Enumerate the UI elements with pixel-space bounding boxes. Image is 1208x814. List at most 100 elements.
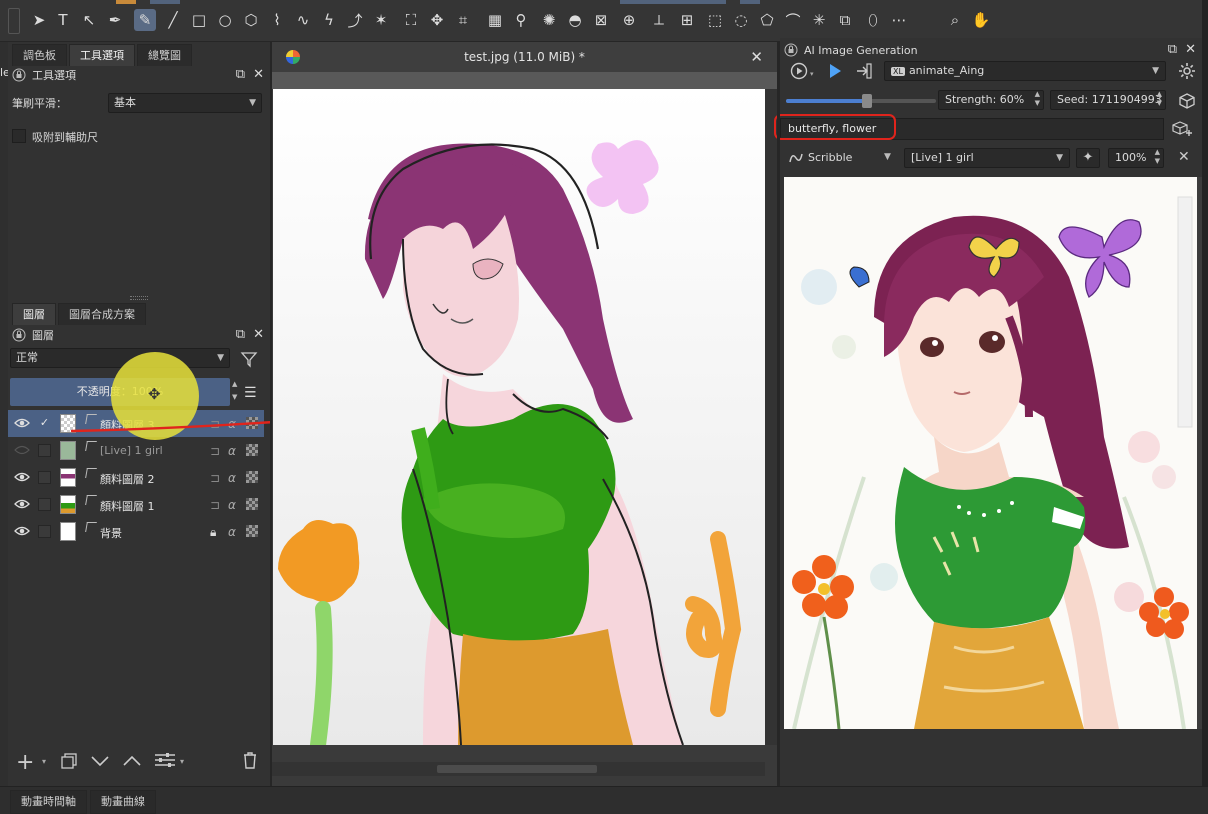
random-seed-cube-icon[interactable] [1178,92,1196,110]
layer-row[interactable]: [Live] 1 girl ⊐ α [8,437,264,464]
blend-mode-select[interactable]: 正常 ▼ [10,348,230,368]
generated-image-preview[interactable] [784,177,1198,729]
crop-icon[interactable]: ⌗ [452,9,474,31]
alpha-lock-icon[interactable]: α [228,471,236,485]
alpha-lock-icon[interactable]: α [228,444,236,458]
zoom-spinbox[interactable]: 100% ▲ ▼ [1108,148,1164,168]
chevron-down-icon[interactable]: ▾ [180,757,184,766]
reference-icon[interactable]: ⊕ [618,9,640,31]
color-picker-icon[interactable]: ⚲ [510,9,532,31]
chevron-down-icon[interactable]: ▾ [810,70,814,78]
drawing-canvas[interactable] [273,89,765,745]
polyline-icon[interactable]: ⌇ [266,9,288,31]
transform-icon[interactable]: ⛶ [400,9,422,31]
toolbar-handle[interactable] [8,8,20,34]
control-type-label[interactable]: Scribble [808,151,852,164]
inherit-alpha-icon[interactable] [246,525,258,537]
eye-icon[interactable] [14,525,30,537]
gradient-icon[interactable]: ▦ [484,9,506,31]
close-icon[interactable]: ✕ [1178,149,1190,165]
snap-checkbox[interactable] [12,129,26,143]
eye-icon[interactable] [14,471,30,483]
similar-select-icon[interactable]: ⧉ [834,9,856,31]
fill-icon[interactable]: ◓ [564,9,586,31]
polygon-select-icon[interactable]: ⬠ [756,9,778,31]
scrollbar-thumb[interactable] [437,765,597,773]
multibrush-icon[interactable]: ✶ [370,9,392,31]
move-layer-up-icon[interactable] [122,754,142,768]
layer-checkbox[interactable]: ✓ [38,417,51,430]
close-icon[interactable]: ✕ [1185,42,1196,58]
zoom-icon[interactable]: ⌕ [944,9,966,31]
layer-checkbox[interactable] [38,525,51,538]
calligraphy-icon[interactable]: ✒ [104,9,126,31]
tab-animation-timeline[interactable]: 動畫時間軸 [10,790,87,814]
dock-splitter[interactable] [777,42,780,786]
assistant-icon[interactable]: ⊠ [590,9,612,31]
move-layer-down-icon[interactable] [90,754,110,768]
polygon-icon[interactable]: ⬡ [240,9,262,31]
vertical-scrollbar[interactable] [765,89,777,745]
inherit-alpha-icon[interactable] [246,498,258,510]
close-icon[interactable]: ✕ [750,48,763,66]
menu-icon[interactable]: ☰ [244,385,257,401]
line-icon[interactable]: ╱ [162,9,184,31]
tab-tool-options[interactable]: 工具選項 [69,44,135,66]
unlock-icon[interactable]: ⊐ [210,498,220,512]
control-layer-select[interactable]: [Live] 1 girl ▼ [904,148,1070,168]
float-icon[interactable]: ⧉ [1168,42,1177,58]
filter-icon[interactable] [240,350,258,368]
bezier-icon[interactable]: ∿ [292,9,314,31]
magnetic-select-icon[interactable]: ⋯ [888,9,910,31]
tab-layers[interactable]: 圖層 [12,303,56,325]
eye-icon[interactable] [14,417,30,429]
add-layer-icon[interactable]: + [16,750,34,775]
tab-palette[interactable]: 調色板 [12,44,67,66]
workflow-mode-icon[interactable] [790,62,810,82]
tab-overview[interactable]: 總覽圖 [137,44,192,66]
layer-row[interactable]: 背景 🔒︎ α [8,518,264,545]
sparkle-icon[interactable]: ✦ [1076,148,1100,168]
eye-hidden-icon[interactable] [14,444,30,456]
layer-row[interactable]: 顏料圖層 1 ⊐ α [8,491,264,518]
tab-layer-comps[interactable]: 圖層合成方案 [58,303,146,325]
apply-icon[interactable] [855,62,873,80]
layer-row[interactable]: 顏料圖層 2 ⊐ α [8,464,264,491]
dynamic-brush-icon[interactable]: ⤴ [344,9,366,31]
float-icon[interactable]: ⧉ [236,327,245,343]
trash-icon[interactable] [242,751,258,769]
tab-animation-curves[interactable]: 動畫曲線 [90,790,156,814]
chevron-down-icon[interactable]: ▾ [42,757,46,766]
unlock-icon[interactable]: ⊐ [210,444,220,458]
alpha-lock-icon[interactable]: α [228,498,236,512]
close-icon[interactable]: ✕ [253,67,264,83]
move-icon[interactable]: ✥ [426,9,448,31]
path-select-icon[interactable]: ⬯ [862,9,884,31]
text-icon[interactable]: T [52,9,74,31]
strength-spinbox[interactable]: Strength: 60% ▲ ▼ [938,90,1044,110]
inherit-alpha-icon[interactable] [246,444,258,456]
edit-shapes-icon[interactable]: ↖ [78,9,100,31]
ellipse-icon[interactable]: ○ [214,9,236,31]
unlock-icon[interactable]: ⊐ [210,471,220,485]
layer-checkbox[interactable] [38,498,51,511]
strength-slider[interactable] [786,94,936,108]
strength-slider-knob[interactable] [862,94,872,108]
horizontal-scrollbar[interactable] [272,762,765,776]
brush-icon[interactable]: ✎ [134,9,156,31]
pan-icon[interactable]: ⊞ [676,9,698,31]
add-control-layer-icon[interactable] [1172,120,1194,138]
opacity-spinner[interactable]: ▲ ▼ [232,378,240,406]
freehand-path-icon[interactable]: ϟ [318,9,340,31]
layer-properties-icon[interactable] [154,752,176,768]
layer-checkbox[interactable] [38,471,51,484]
contiguous-select-icon[interactable]: ✳ [808,9,830,31]
splitter-handle[interactable] [130,296,148,300]
chevron-down-icon[interactable]: ▼ [884,152,891,162]
ellipse-select-icon[interactable]: ◌ [730,9,752,31]
lock-icon[interactable] [784,43,798,57]
smart-patch-icon[interactable]: ✺ [538,9,560,31]
rect-select-icon[interactable]: ⬚ [704,9,726,31]
seed-spinbox[interactable]: Seed: 1711904993 ▲ ▼ [1050,90,1166,110]
freehand-select-icon[interactable]: ⌒ [782,9,804,31]
